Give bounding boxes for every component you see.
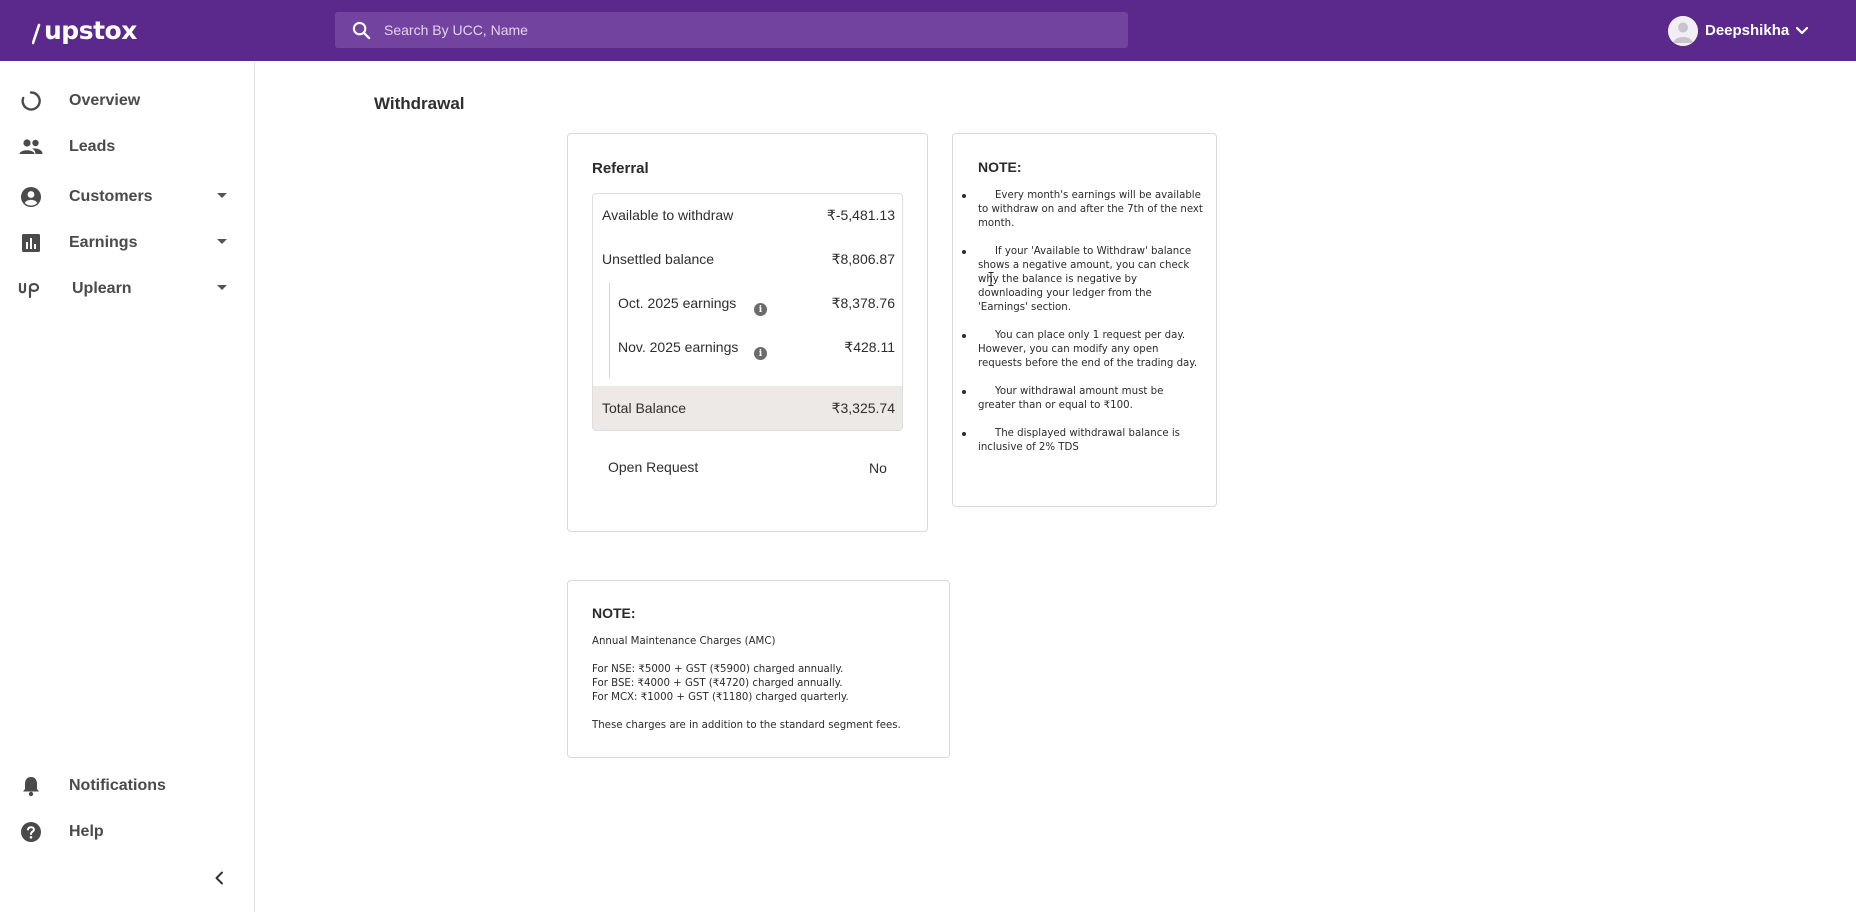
row-value: ₹8,378.76	[831, 294, 895, 311]
withdrawal-note-card: NOTE: Every month's earnings will be ava…	[952, 133, 1217, 507]
unsettled-balance-row: Unsettled balance ₹8,806.87	[593, 241, 902, 277]
note-item: The displayed withdrawal balance is incl…	[962, 427, 1203, 455]
people-icon	[19, 135, 43, 159]
referral-title: Referral	[592, 160, 649, 177]
note-list: Every month's earnings will be available…	[962, 189, 1203, 469]
amc-note-card: NOTE: Annual Maintenance Charges (AMC) F…	[567, 580, 950, 758]
referral-card: Referral Available to withdraw ₹-5,481.1…	[567, 133, 928, 532]
chevron-down-icon	[1796, 26, 1809, 34]
sidebar-item-overview[interactable]: Overview	[0, 82, 254, 120]
uplearn-logo-icon	[18, 277, 48, 301]
available-to-withdraw-row: Available to withdraw ₹-5,481.13	[593, 197, 902, 233]
logo-text: upstox	[44, 15, 137, 45]
row-label: Available to withdraw	[602, 207, 734, 223]
sidebar-item-label: Overview	[69, 92, 141, 109]
sidebar-item-label: Help	[69, 823, 104, 840]
account-circle-icon	[19, 185, 43, 209]
note-item: You can place only 1 request per day. Ho…	[962, 329, 1203, 371]
open-request-label: Open Request	[608, 459, 699, 475]
open-request-value: No	[869, 460, 887, 476]
person-silhouette-icon	[1668, 15, 1698, 46]
row-value: ₹428.11	[844, 338, 895, 355]
sidebar-item-label: Earnings	[69, 234, 138, 251]
text-cursor-icon	[988, 272, 994, 286]
total-value: ₹3,325.74	[831, 399, 895, 416]
avatar	[1668, 15, 1698, 46]
balance-summary: Available to withdraw ₹-5,481.13 Unsettl…	[592, 193, 903, 431]
sidebar-item-notifications[interactable]: Notifications	[0, 767, 254, 805]
sidebar-item-earnings[interactable]: Earnings	[0, 224, 254, 262]
info-icon[interactable]: i	[754, 303, 767, 316]
row-value: ₹-5,481.13	[826, 206, 895, 223]
sidebar-item-help[interactable]: Help	[0, 813, 254, 851]
caret-down-icon	[217, 239, 227, 244]
amc-note-title: NOTE:	[592, 605, 636, 621]
oct-earnings-row: Oct. 2025 earnings i ₹8,378.76	[593, 285, 902, 321]
total-label: Total Balance	[602, 400, 687, 416]
user-name: Deepshikha	[1705, 22, 1790, 39]
sidebar-item-leads[interactable]: Leads	[0, 128, 254, 166]
bell-icon	[19, 774, 43, 798]
search-input[interactable]	[384, 22, 1084, 38]
overview-icon	[19, 89, 43, 113]
amc-bse-line: For BSE: ₹4000 + GST (₹4720) charged ann…	[592, 678, 843, 689]
upstox-logo[interactable]: upstox	[32, 14, 137, 46]
note-item: If your 'Available to Withdraw' balance …	[962, 245, 1203, 315]
note-title: NOTE:	[978, 159, 1022, 175]
bar-chart-icon	[19, 231, 43, 255]
amc-nse-line: For NSE: ₹5000 + GST (₹5900) charged ann…	[592, 664, 844, 675]
help-icon	[19, 820, 43, 844]
user-menu[interactable]: Deepshikha	[1668, 15, 1809, 46]
amc-mcx-line: For MCX: ₹1000 + GST (₹1180) charged qua…	[592, 692, 849, 703]
sidebar-item-label: Customers	[69, 188, 153, 205]
logo-tail-icon	[32, 23, 41, 45]
caret-down-icon	[217, 193, 227, 198]
amc-footer: These charges are in addition to the sta…	[592, 720, 901, 731]
sidebar-item-uplearn[interactable]: Uplearn	[0, 270, 254, 308]
row-label: Oct. 2025 earnings	[618, 295, 737, 311]
sidebar-item-customers[interactable]: Customers	[0, 178, 254, 216]
collapse-sidebar-button[interactable]	[208, 867, 230, 889]
note-item: Every month's earnings will be available…	[962, 190, 1203, 229]
total-balance-row: Total Balance ₹3,325.74	[593, 386, 902, 430]
page-title: Withdrawal	[374, 94, 465, 113]
amc-heading: Annual Maintenance Charges (AMC)	[592, 636, 776, 647]
sidebar-item-label: Uplearn	[72, 280, 132, 297]
row-label: Nov. 2025 earnings	[618, 339, 739, 355]
nov-earnings-row: Nov. 2025 earnings i ₹428.11	[593, 329, 902, 365]
note-item: Your withdrawal amount must be greater t…	[962, 385, 1203, 413]
search-icon	[352, 21, 371, 39]
caret-down-icon	[217, 285, 227, 290]
sidebar-item-label: Notifications	[69, 777, 166, 794]
sidebar: Overview Leads Customers Earnings Uplear…	[0, 61, 255, 912]
info-icon[interactable]: i	[754, 347, 767, 360]
row-value: ₹8,806.87	[831, 250, 895, 267]
search-bar[interactable]	[335, 12, 1128, 48]
chevron-left-icon	[215, 871, 223, 885]
sidebar-item-label: Leads	[69, 138, 116, 155]
row-label: Unsettled balance	[602, 251, 715, 267]
top-bar: upstox Deepshikha	[0, 0, 1856, 61]
